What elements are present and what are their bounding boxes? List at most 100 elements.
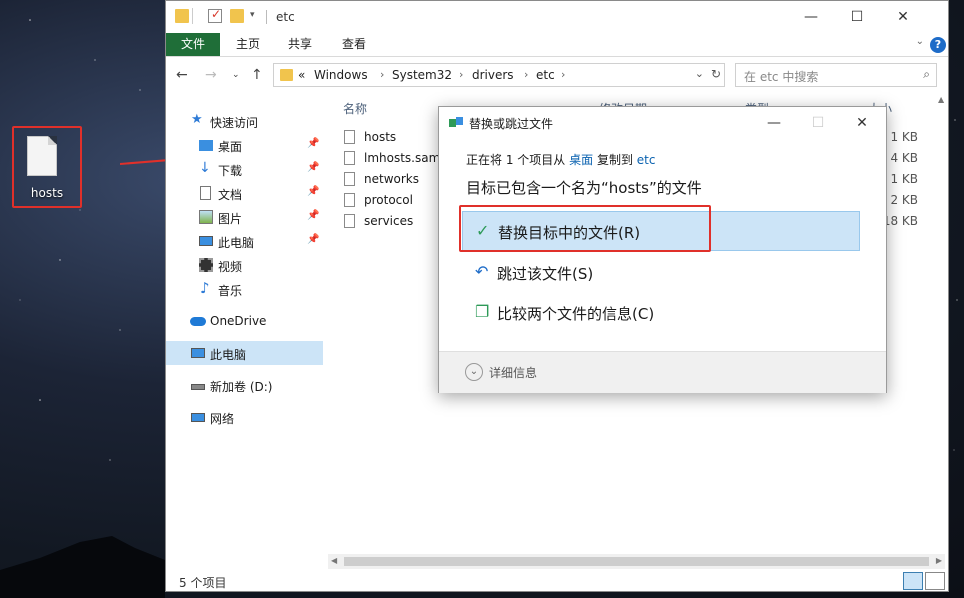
chevron-right-icon[interactable]: ›: [561, 68, 565, 81]
sidebar-item-documents[interactable]: 文档 📌: [166, 181, 323, 205]
sidebar-item-videos[interactable]: 视频: [166, 253, 323, 277]
breadcrumb-etc[interactable]: etc: [536, 68, 555, 82]
destination-link[interactable]: etc: [637, 153, 656, 167]
sidebar-item-quick-access[interactable]: ★ 快速访问: [166, 109, 323, 133]
skip-icon: ↶: [475, 262, 489, 281]
help-icon[interactable]: ?: [930, 37, 946, 53]
back-button[interactable]: ←: [176, 67, 188, 83]
sidebar-item-label: 桌面: [218, 140, 243, 154]
file-icon: [344, 151, 355, 165]
details-view-icon[interactable]: [903, 572, 923, 590]
dialog-maximize-button[interactable]: ☐: [803, 111, 833, 135]
search-input[interactable]: 在 etc 中搜索 ⌕: [735, 63, 937, 87]
file-icon: [344, 130, 355, 144]
maximize-button[interactable]: ☐: [834, 1, 880, 33]
navigation-bar: ← → ⌄ ↑ « Windows › System32 › drivers ›…: [166, 57, 948, 93]
computer-icon: [199, 236, 213, 246]
dialog-close-button[interactable]: ✕: [847, 111, 877, 135]
pin-icon[interactable]: 📌: [307, 138, 319, 149]
file-icon: [344, 172, 355, 186]
sidebar-item-this-pc-quick[interactable]: 此电脑 📌: [166, 229, 323, 253]
chevron-right-icon[interactable]: ›: [524, 68, 528, 81]
desktop-hosts-file[interactable]: hosts: [12, 126, 82, 208]
recent-locations-icon[interactable]: ⌄: [232, 70, 240, 80]
minimize-button[interactable]: —: [788, 1, 834, 33]
star-icon: ★: [191, 112, 203, 127]
file-name: lmhosts.sam: [364, 151, 441, 165]
tab-view[interactable]: 查看: [334, 33, 374, 56]
sidebar-item-music[interactable]: ♪ 音乐: [166, 277, 323, 301]
new-folder-icon[interactable]: [230, 9, 244, 23]
annotation-highlight-box: [459, 205, 711, 252]
scroll-left-icon[interactable]: ◀: [331, 556, 337, 565]
file-name: services: [364, 214, 414, 228]
compare-files-option[interactable]: ❐ 比较两个文件的信息(C): [462, 293, 860, 333]
forward-button[interactable]: →: [205, 67, 217, 83]
more-details-link[interactable]: 详细信息: [489, 364, 537, 381]
sidebar-item-network[interactable]: 网络: [166, 405, 323, 429]
dialog-footer: ⌄ 详细信息: [439, 351, 886, 393]
address-bar[interactable]: « Windows › System32 › drivers › etc › ⌄…: [273, 63, 725, 87]
download-icon: ↓: [199, 160, 211, 176]
document-icon: [200, 186, 211, 200]
pin-icon[interactable]: 📌: [307, 234, 319, 245]
sidebar-item-pictures[interactable]: 图片 📌: [166, 205, 323, 229]
sidebar-item-downloads[interactable]: ↓ 下载 📌: [166, 157, 323, 181]
ribbon-tabs: 文件 主页 共享 查看 ⌄ ?: [166, 33, 948, 57]
breadcrumb-drivers[interactable]: drivers: [472, 68, 514, 82]
sidebar-item-label: 新加卷 (D:): [210, 380, 273, 394]
file-size: 2 KB: [890, 193, 918, 207]
source-link[interactable]: 桌面: [569, 153, 593, 167]
copy-text: 复制到: [596, 153, 633, 167]
column-header-name[interactable]: 名称: [343, 100, 367, 117]
pin-icon[interactable]: 📌: [307, 186, 319, 197]
breadcrumb-system32[interactable]: System32: [392, 68, 452, 82]
sidebar-item-drive-d[interactable]: 新加卷 (D:): [166, 373, 323, 397]
close-button[interactable]: ✕: [880, 1, 926, 33]
pin-icon[interactable]: 📌: [307, 162, 319, 173]
file-name: networks: [364, 172, 419, 186]
chevron-right-icon[interactable]: ›: [459, 68, 463, 81]
vertical-scrollbar[interactable]: ▲: [935, 93, 950, 553]
sidebar-item-label: 音乐: [218, 284, 243, 298]
horizontal-scrollbar[interactable]: ◀ ▶: [328, 554, 945, 569]
sidebar-item-desktop[interactable]: 桌面 📌: [166, 133, 323, 157]
expand-details-icon[interactable]: ⌄: [465, 363, 483, 381]
tab-home[interactable]: 主页: [228, 33, 268, 56]
address-dropdown-icon[interactable]: ⌄: [695, 67, 704, 80]
tab-share[interactable]: 共享: [280, 33, 320, 56]
sidebar-item-label: 网络: [210, 412, 235, 426]
folder-icon: [175, 9, 189, 23]
sidebar-item-onedrive[interactable]: OneDrive: [166, 309, 323, 333]
search-icon[interactable]: ⌕: [923, 67, 930, 82]
large-icons-view-icon[interactable]: [925, 572, 945, 590]
window-title: etc: [276, 10, 295, 24]
breadcrumb-prefix[interactable]: «: [298, 68, 305, 82]
scrollbar-thumb[interactable]: [344, 557, 929, 566]
sidebar-item-label: 此电脑: [210, 348, 247, 362]
sidebar-item-label: 快速访问: [210, 116, 259, 130]
file-name: protocol: [364, 193, 413, 207]
sidebar-item-label: 视频: [218, 260, 243, 274]
chevron-right-icon[interactable]: ›: [380, 68, 384, 81]
title-bar: ▾ etc — ☐ ✕: [166, 1, 948, 33]
qa-dropdown-icon[interactable]: ▾: [250, 10, 264, 24]
tab-file[interactable]: 文件: [166, 33, 220, 56]
properties-icon[interactable]: [208, 7, 222, 23]
file-size: 4 KB: [890, 151, 918, 165]
drive-icon: [191, 384, 205, 390]
sidebar-item-this-pc[interactable]: 此电脑: [166, 341, 323, 365]
up-button[interactable]: ↑: [251, 67, 263, 83]
refresh-icon[interactable]: ↻: [711, 67, 721, 81]
dialog-minimize-button[interactable]: —: [759, 111, 789, 135]
skip-file-option[interactable]: ↶ 跳过该文件(S): [462, 253, 860, 293]
option-label: 跳过该文件(S): [497, 265, 594, 283]
search-placeholder: 在 etc 中搜索: [744, 70, 819, 84]
breadcrumb-windows[interactable]: Windows: [314, 68, 368, 82]
item-count: 5 个项目: [179, 576, 227, 590]
scroll-up-icon[interactable]: ▲: [938, 95, 944, 104]
ribbon-collapse-icon[interactable]: ⌄: [916, 36, 924, 47]
scroll-right-icon[interactable]: ▶: [936, 556, 942, 565]
pin-icon[interactable]: 📌: [307, 210, 319, 221]
file-name: hosts: [364, 130, 397, 144]
